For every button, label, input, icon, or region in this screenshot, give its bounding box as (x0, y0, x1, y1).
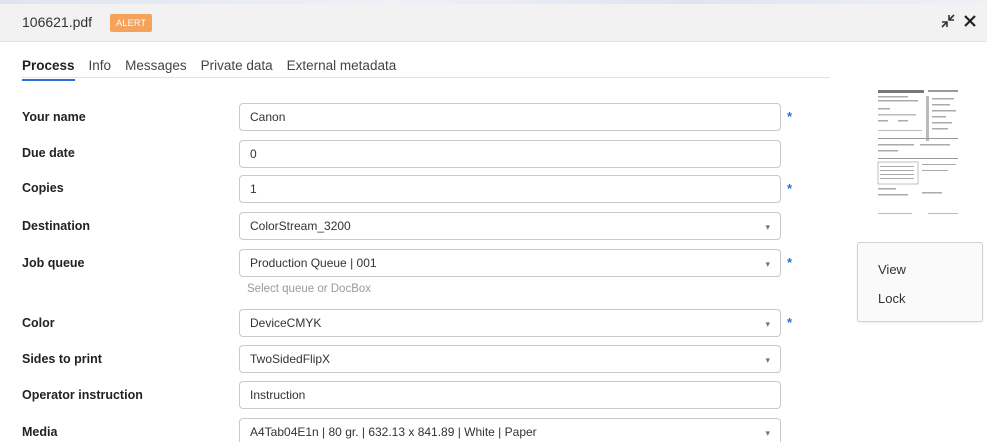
file-title: 106621.pdf (22, 14, 93, 30)
header-icons (941, 14, 977, 28)
media-value: A4Tab04E1n | 80 gr. | 632.13 x 841.89 | … (250, 425, 537, 439)
sides-label: Sides to print (22, 352, 102, 366)
destination-value: ColorStream_3200 (250, 219, 351, 233)
sides-value: TwoSidedFlipX (250, 352, 331, 366)
view-menu-item[interactable]: View (878, 262, 906, 277)
color-label: Color (22, 316, 55, 330)
job-queue-hint: Select queue or DocBox (247, 283, 372, 295)
document-actions-menu: View Lock (857, 242, 983, 322)
operator-instruction-input[interactable]: Instruction (239, 381, 781, 409)
collapse-arrows-icon[interactable] (941, 14, 955, 28)
window-header: 106621.pdf ALERT (0, 4, 987, 42)
due-date-input[interactable]: 0 (239, 140, 781, 168)
required-marker: * (787, 315, 793, 330)
your-name-input[interactable]: Canon (239, 103, 781, 131)
media-label: Media (22, 425, 58, 439)
close-icon[interactable] (963, 14, 977, 28)
chevron-down-icon: ▾ (765, 319, 770, 329)
destination-label: Destination (22, 219, 91, 233)
media-select[interactable]: A4Tab04E1n | 80 gr. | 632.13 x 841.89 | … (239, 418, 781, 442)
required-marker: * (787, 181, 793, 196)
copies-label: Copies (22, 181, 64, 195)
alert-badge: ALERT (110, 14, 153, 32)
chevron-down-icon: ▾ (765, 259, 770, 269)
operator-instruction-label: Operator instruction (22, 388, 143, 402)
chevron-down-icon: ▾ (765, 355, 770, 365)
required-marker: * (787, 255, 793, 270)
job-queue-label: Job queue (22, 256, 85, 270)
your-name-label: Your name (22, 110, 86, 124)
color-select[interactable]: DeviceCMYK ▾ (239, 309, 781, 337)
color-value: DeviceCMYK (250, 316, 322, 330)
destination-select[interactable]: ColorStream_3200 ▾ (239, 212, 781, 240)
chevron-down-icon: ▾ (765, 222, 770, 232)
job-queue-value: Production Queue | 001 (250, 256, 377, 270)
document-thumbnail[interactable] (876, 88, 962, 218)
required-marker: * (787, 109, 793, 124)
due-date-label: Due date (22, 146, 75, 160)
tabs-divider (22, 77, 830, 78)
copies-input[interactable]: 1 (239, 175, 781, 203)
chevron-down-icon: ▾ (765, 428, 770, 438)
job-queue-select[interactable]: Production Queue | 001 ▾ (239, 249, 781, 277)
sides-select[interactable]: TwoSidedFlipX ▾ (239, 345, 781, 373)
lock-menu-item[interactable]: Lock (878, 291, 905, 306)
